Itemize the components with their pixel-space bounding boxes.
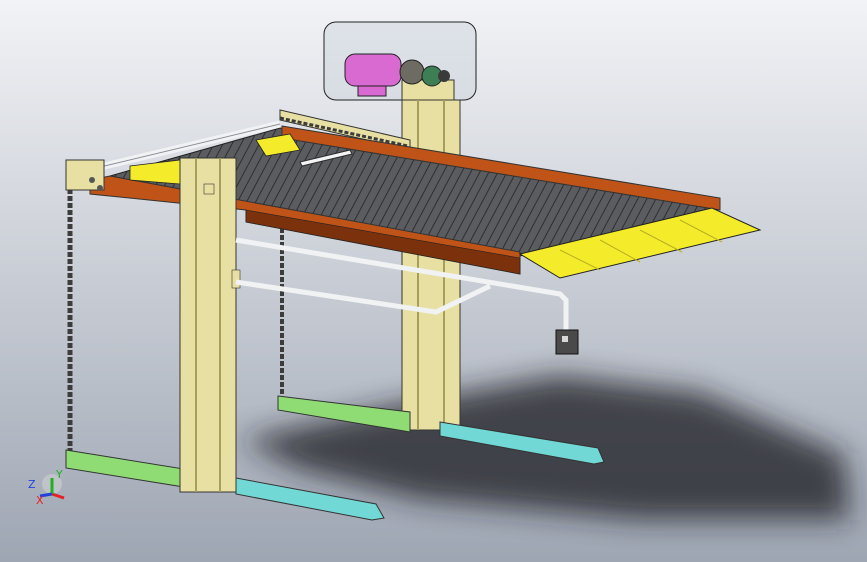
control-box[interactable] bbox=[555, 329, 579, 355]
3d-model-viewport[interactable]: Z X Y bbox=[0, 0, 867, 562]
control-box-button[interactable] bbox=[562, 336, 568, 342]
motor-coupling bbox=[399, 59, 425, 85]
parking-lift-model[interactable]: Z X Y bbox=[0, 0, 867, 562]
drive-sprocket bbox=[438, 70, 450, 82]
electric-motor[interactable] bbox=[344, 53, 402, 87]
triad-y-label: Y bbox=[55, 468, 63, 481]
motor-base bbox=[357, 85, 387, 97]
triad-x-label: X bbox=[36, 494, 44, 507]
front-center-post[interactable] bbox=[179, 157, 241, 493]
triad-z-label: Z bbox=[28, 478, 36, 491]
front-left-post-cap bbox=[65, 159, 105, 191]
